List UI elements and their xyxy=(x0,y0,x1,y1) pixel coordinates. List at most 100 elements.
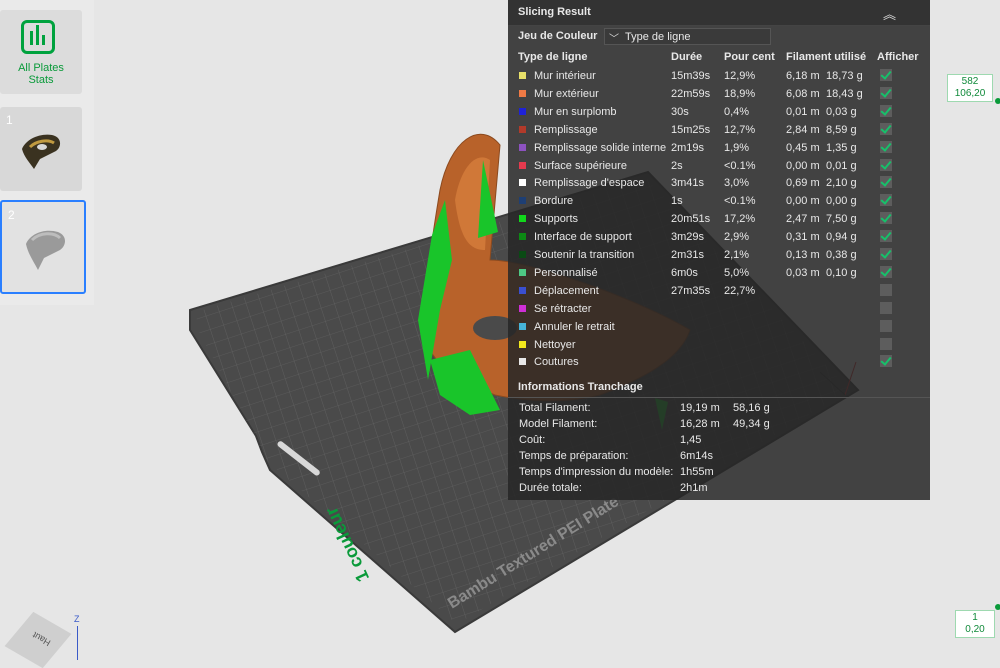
line-type-name: Remplissage solide interne xyxy=(534,141,667,154)
show-checkbox[interactable] xyxy=(880,194,892,207)
bottom-layer-number: 1 xyxy=(972,612,978,623)
line-type-name: Bordure xyxy=(534,195,574,208)
line-type-row: Interface de support 3m29s 2,9% 0,31 m 0,94 … xyxy=(508,228,930,246)
view-cube[interactable]: Haut Z xyxy=(4,611,80,668)
line-type-name: Mur intérieur xyxy=(534,70,596,82)
top-layer-number: 582 xyxy=(961,76,979,87)
info-label: Coût: xyxy=(519,434,546,446)
show-checkbox[interactable] xyxy=(880,158,892,171)
show-checkbox[interactable] xyxy=(880,140,892,153)
header-show: Afficher xyxy=(877,51,919,63)
line-type-weight: 0,01 g xyxy=(826,159,857,172)
plate-1-preview-icon xyxy=(22,134,61,169)
line-type-name: Remplissage d'espace xyxy=(534,177,645,190)
layer-slider-bottom-label[interactable]: 1 0,20 xyxy=(955,610,995,638)
plate-thumbnail-2[interactable]: 2 xyxy=(0,200,86,294)
info-value: 19,19 m xyxy=(680,402,720,414)
line-type-length: 0,03 m xyxy=(786,266,820,279)
line-type-length: 0,13 m xyxy=(786,249,820,261)
slice-info-row: Temps de préparation: 6m14s xyxy=(508,448,930,464)
line-type-duration: 15m39s xyxy=(671,70,711,82)
info-label: Durée totale: xyxy=(519,482,582,494)
color-scheme-value: Type de ligne xyxy=(625,31,691,43)
line-type-percent: 12,7% xyxy=(724,123,756,136)
info-value: 1,45 xyxy=(680,434,702,446)
stats-label-line2: Stats xyxy=(28,74,54,86)
show-checkbox[interactable] xyxy=(880,230,892,243)
info-label: Model Filament: xyxy=(519,418,598,430)
show-checkbox[interactable] xyxy=(880,283,892,296)
line-type-row: Bordure 1s <0.1% 0,00 m 0,00 g xyxy=(508,192,930,210)
color-swatch xyxy=(519,197,526,205)
show-checkbox[interactable] xyxy=(880,337,892,350)
show-checkbox[interactable] xyxy=(880,319,892,332)
color-swatch xyxy=(519,340,526,348)
slice-info-row: Total Filament: 19,19 m 58,16 g xyxy=(508,400,930,416)
line-type-duration: 2m19s xyxy=(671,141,705,154)
line-type-row: Coutures xyxy=(508,353,930,371)
line-type-row: Remplissage 15m25s 12,7% 2,84 m 8,59 g xyxy=(508,121,930,139)
line-type-length: 0,01 m xyxy=(786,105,820,118)
layer-slider-bottom-handle[interactable] xyxy=(995,604,1000,610)
line-type-weight: 2,10 g xyxy=(826,177,857,190)
line-type-weight: 0,94 g xyxy=(826,231,857,244)
show-checkbox[interactable] xyxy=(880,248,892,260)
line-type-name: Supports xyxy=(534,213,579,226)
divider xyxy=(508,397,930,398)
info-value-secondary: 49,34 g xyxy=(733,418,770,430)
line-type-row: Surface supérieure 2s <0.1% 0,00 m 0,01 g xyxy=(508,157,930,175)
show-checkbox[interactable] xyxy=(880,122,892,135)
line-type-length: 0,69 m xyxy=(786,177,820,190)
info-value: 6m14s xyxy=(680,450,714,462)
color-scheme-select[interactable]: ﹀ Type de ligne xyxy=(604,28,771,45)
stats-label-line1: All Plates xyxy=(18,62,64,74)
show-checkbox[interactable] xyxy=(880,69,892,81)
show-checkbox[interactable] xyxy=(880,86,892,99)
chevron-down-icon: ﹀ xyxy=(609,34,619,45)
line-type-row: Annuler le retrait xyxy=(508,318,930,336)
line-type-row: Nettoyer xyxy=(508,336,930,354)
header-type: Type de ligne xyxy=(518,51,588,63)
line-type-name: Mur extérieur xyxy=(534,87,599,100)
layer-slider-top-handle[interactable] xyxy=(995,98,1000,104)
line-type-name: Déplacement xyxy=(534,284,599,297)
line-type-percent: 5,0% xyxy=(724,266,750,279)
line-type-duration: 2s xyxy=(671,159,683,172)
info-value: 2h1m xyxy=(680,482,708,494)
show-checkbox[interactable] xyxy=(880,176,892,189)
plate-thumbnail-1[interactable]: 1 xyxy=(0,107,82,191)
slice-info-row: Temps d'impression du modèle: 1h55m xyxy=(508,464,930,480)
all-plates-stats-button[interactable]: All Plates Stats xyxy=(0,10,82,94)
show-checkbox[interactable] xyxy=(880,355,892,368)
show-checkbox[interactable] xyxy=(880,104,892,117)
slicing-result-panel: Slicing Result ︽ Jeu de Couleur ﹀ Type d… xyxy=(508,0,930,500)
color-swatch xyxy=(519,107,526,115)
info-value-secondary: 58,16 g xyxy=(733,402,770,414)
line-type-name: Se rétracter xyxy=(534,302,592,315)
line-type-percent: 22,7% xyxy=(724,284,756,297)
line-type-duration: 6m0s xyxy=(671,266,698,279)
line-type-duration: 22m59s xyxy=(671,87,711,100)
line-type-length: 0,00 m xyxy=(786,195,820,208)
line-type-length: 0,31 m xyxy=(786,231,820,244)
line-type-weight: 0,03 g xyxy=(826,105,857,118)
layer-slider-top-label[interactable]: 582 106,20 xyxy=(947,74,993,102)
line-type-duration: 3m41s xyxy=(671,177,705,190)
show-checkbox[interactable] xyxy=(880,301,892,314)
bar-chart-icon xyxy=(21,20,55,54)
header-percent: Pour cent xyxy=(724,51,775,63)
collapse-chevron-up-icon[interactable]: ︽ xyxy=(883,4,896,23)
line-type-row: Mur extérieur 22m59s 18,9% 6,08 m 18,43 g xyxy=(508,85,930,103)
slice-info-row: Model Filament: 16,28 m 49,34 g xyxy=(508,416,930,432)
line-type-length: 0,00 m xyxy=(786,159,820,172)
show-checkbox[interactable] xyxy=(880,212,892,225)
color-scheme-label: Jeu de Couleur xyxy=(518,30,598,42)
z-axis-label: Z xyxy=(74,614,80,624)
color-swatch xyxy=(519,143,526,151)
line-type-row: Mur en surplomb 30s 0,4% 0,01 m 0,03 g xyxy=(508,103,930,121)
line-type-duration: 20m51s xyxy=(671,213,711,226)
line-type-row: Remplissage d'espace 3m41s 3,0% 0,69 m 2,10 … xyxy=(508,174,930,192)
show-checkbox[interactable] xyxy=(880,265,892,278)
line-type-length: 0,45 m xyxy=(786,141,820,154)
line-type-name: Mur en surplomb xyxy=(534,105,617,118)
